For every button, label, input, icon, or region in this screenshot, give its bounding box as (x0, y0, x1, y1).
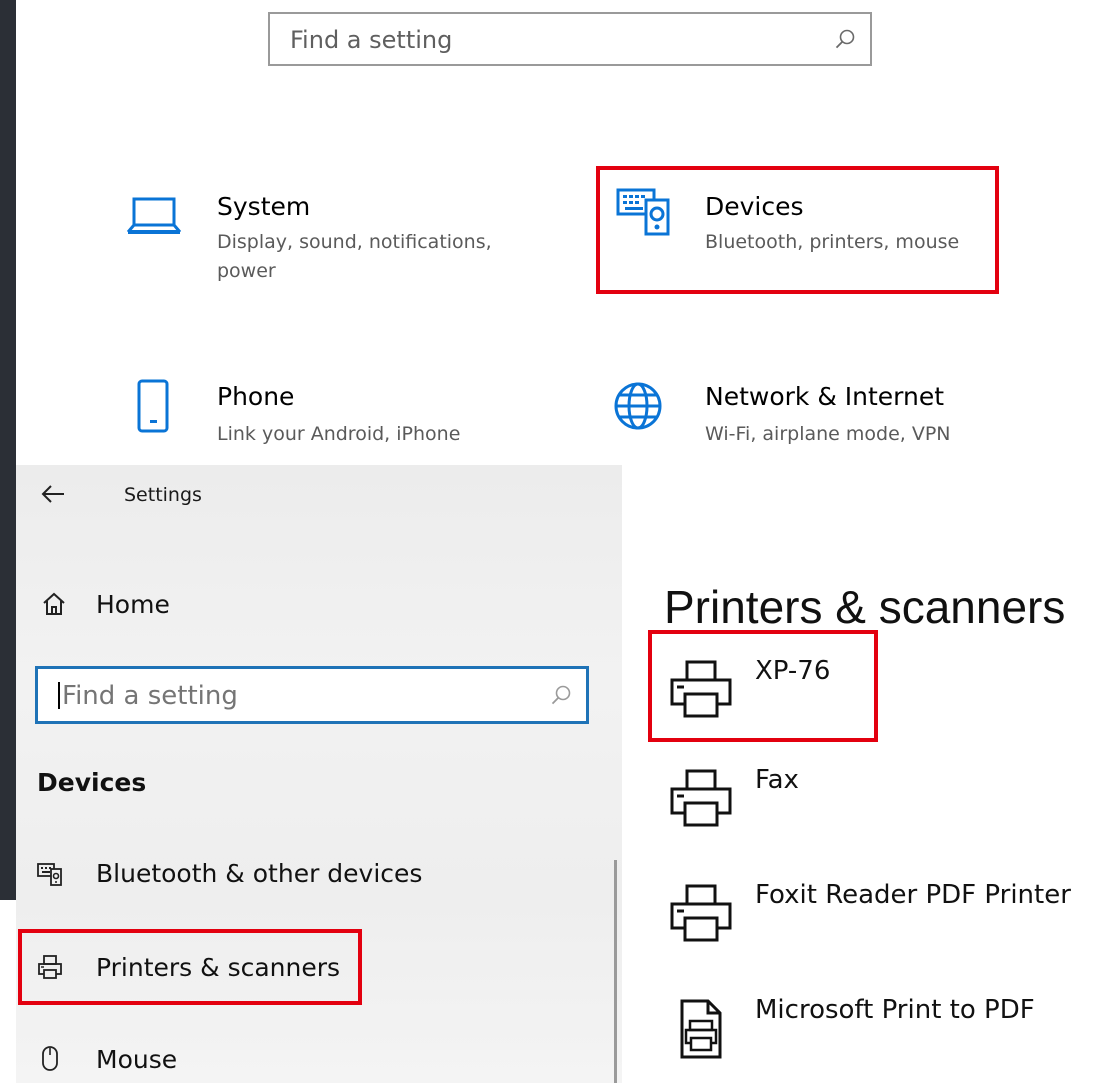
tile-phone[interactable]: Phone Link your Android, iPhone (120, 378, 540, 458)
printer-icon (668, 880, 734, 946)
tile-system[interactable]: System Display, sound, notifications, po… (120, 188, 540, 298)
nav-section-heading: Devices (37, 768, 147, 797)
page-title: Printers & scanners (664, 581, 1066, 633)
printer-list-item[interactable]: Foxit Reader PDF Printer (755, 880, 1071, 910)
tile-title: Network & Internet (705, 382, 945, 411)
devices-highlight-box (596, 166, 999, 294)
search-placeholder: Find a setting (62, 681, 238, 711)
nav-item-mouse[interactable]: Mouse (96, 1045, 177, 1074)
back-arrow-icon[interactable] (40, 483, 66, 505)
tile-description: Link your Android, iPhone (217, 423, 461, 445)
nav-item-bluetooth[interactable]: Bluetooth & other devices (96, 859, 422, 888)
background-strip (0, 465, 16, 900)
pdf-printer-icon (668, 995, 734, 1061)
window-title: Settings (124, 484, 202, 506)
globe-icon (612, 380, 664, 432)
mouse-icon (36, 1045, 64, 1073)
tile-network[interactable]: Network & Internet Wi-Fi, airplane mode,… (608, 378, 1028, 458)
text-caret (58, 682, 60, 709)
phone-icon (136, 378, 172, 434)
tile-title: Phone (217, 382, 295, 411)
tile-description: Wi-Fi, airplane mode, VPN (705, 423, 951, 445)
search-icon[interactable] (550, 684, 572, 706)
nav-home-link[interactable]: Home (96, 590, 170, 619)
printer-list-item[interactable]: Fax (755, 765, 799, 795)
search-input[interactable]: Find a setting (268, 12, 872, 66)
laptop-icon (126, 196, 182, 236)
search-icon[interactable] (834, 28, 856, 50)
scrollbar[interactable] (614, 860, 617, 1083)
nav-search-input[interactable]: Find a setting (35, 666, 589, 724)
printers-highlight-box (18, 929, 362, 1005)
xp76-highlight-box (648, 630, 878, 742)
search-placeholder: Find a setting (290, 26, 453, 54)
tile-title: System (217, 192, 311, 221)
home-icon[interactable] (40, 590, 68, 618)
printer-list-item[interactable]: Microsoft Print to PDF (755, 995, 1035, 1025)
bluetooth-devices-icon (36, 860, 64, 888)
tile-description: Display, sound, notifications, power (217, 231, 492, 282)
printer-icon (668, 765, 734, 831)
